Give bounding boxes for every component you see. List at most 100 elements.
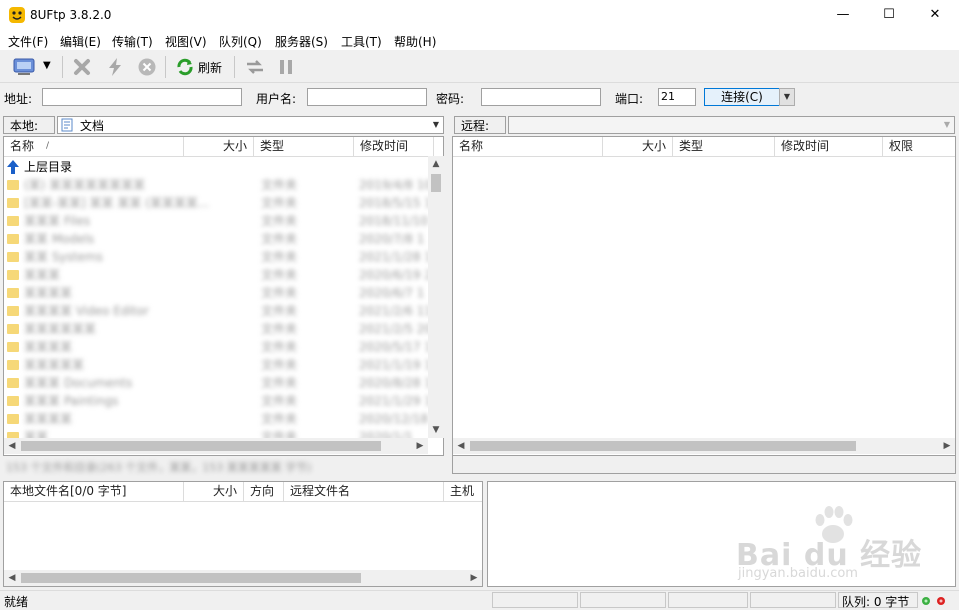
status-cell xyxy=(750,592,836,608)
list-item[interactable]: (某) 某某某某某某某某 文件夹 2019/4/8 10 xyxy=(6,176,432,194)
menu-file[interactable]: 文件(F) xyxy=(8,33,48,50)
status-cell xyxy=(492,592,578,608)
toolbar: ▼ 刷新 xyxy=(0,52,959,83)
dropdown-arrow-icon[interactable]: ▼ xyxy=(43,60,51,71)
disconnect-icon[interactable] xyxy=(72,57,92,77)
file-modified: 2021/2/6 11 xyxy=(359,304,432,318)
queue-col-remote-file[interactable]: 远程文件名 xyxy=(284,482,444,501)
local-path-combo[interactable]: 文档 ▼ xyxy=(57,116,444,134)
up-arrow-icon xyxy=(7,160,19,174)
file-name: 某某某 Paintings xyxy=(24,394,119,408)
queue-col-size[interactable]: 大小 xyxy=(184,482,244,501)
connection-bar: 地址: 用户名: 密码: 端口: 21 连接(C) ▼ xyxy=(0,84,959,112)
scroll-thumb[interactable] xyxy=(21,441,381,451)
address-input[interactable] xyxy=(42,88,242,106)
file-name: 某某某 Documents xyxy=(24,376,133,390)
port-input[interactable]: 21 xyxy=(658,88,696,106)
list-item[interactable]: 某某某某某 文件夹 2021/1/19 1 xyxy=(6,356,432,374)
list-item[interactable]: 某某某 文件夹 2020/6/19 2 xyxy=(6,266,432,284)
status-cell xyxy=(668,592,748,608)
menu-queue[interactable]: 队列(Q) xyxy=(219,33,262,50)
document-folder-icon xyxy=(61,118,73,132)
list-item[interactable]: 某某某某 文件夹 2020/6/7 1 xyxy=(6,284,426,302)
file-type: 文件夹 xyxy=(261,394,298,408)
chevron-down-icon[interactable]: ▼ xyxy=(429,117,443,133)
list-item[interactable]: 某某某 Documents 文件夹 2020/8/28 1 xyxy=(6,374,432,392)
remote-file-list[interactable]: 名称 大小 类型 修改时间 权限 ◀ ▶ xyxy=(452,136,956,456)
remote-col-modified[interactable]: 修改时间 xyxy=(775,137,883,156)
file-modified: 2020/5/17 1 xyxy=(359,340,432,354)
menu-help[interactable]: 帮助(H) xyxy=(394,33,436,50)
list-item[interactable]: 某某 Systems 文件夹 2021/1/28 11 xyxy=(6,248,440,266)
status-text: 就绪 xyxy=(4,595,29,609)
menu-server[interactable]: 服务器(S) xyxy=(275,33,328,50)
file-type: 文件夹 xyxy=(261,376,298,390)
close-button[interactable]: ✕ xyxy=(912,0,958,30)
menu-view[interactable]: 视图(V) xyxy=(165,33,207,50)
maximize-button[interactable]: ☐ xyxy=(866,0,912,30)
scroll-thumb[interactable] xyxy=(431,174,441,192)
status-bar: 就绪 队列: 0 字节 xyxy=(0,590,959,610)
list-item[interactable]: [某某-某某] 某某 某某 (某某某某... 文件夹 2018/5/15 1 xyxy=(6,194,432,212)
scroll-thumb[interactable] xyxy=(21,573,361,583)
remote-col-permissions[interactable]: 权限 xyxy=(883,137,955,156)
local-horizontal-scrollbar[interactable]: ◀ ▶ xyxy=(4,438,428,454)
remote-col-name[interactable]: 名称 xyxy=(453,137,603,156)
username-label: 用户名: xyxy=(256,92,297,106)
remote-col-size[interactable]: 大小 xyxy=(603,137,673,156)
scroll-left-icon[interactable]: ◀ xyxy=(4,570,20,586)
list-item[interactable]: 某某某某某某 文件夹 2021/2/5 20 xyxy=(6,320,432,338)
local-path-value: 文档 xyxy=(80,119,105,133)
scroll-left-icon[interactable]: ◀ xyxy=(4,438,20,454)
remote-path-combo[interactable]: ▼ xyxy=(508,116,955,134)
log-panel[interactable]: Bai du 经验 jingyan.baidu.com xyxy=(487,481,956,587)
file-name: 某某某 Files xyxy=(24,214,91,228)
connect-button[interactable]: 连接(C) xyxy=(704,88,780,106)
menu-transfer[interactable]: 传输(T) xyxy=(112,33,153,50)
scroll-right-icon[interactable]: ▶ xyxy=(412,438,428,454)
stop-icon[interactable] xyxy=(137,57,157,77)
remote-col-type[interactable]: 类型 xyxy=(673,137,775,156)
site-manager-icon[interactable] xyxy=(12,57,38,77)
file-type: 文件夹 xyxy=(261,178,298,192)
local-vertical-scrollbar[interactable]: ▲ ▼ xyxy=(428,156,444,438)
queue-col-local-file[interactable]: 本地文件名[0/0 字节] xyxy=(4,482,184,501)
username-input[interactable] xyxy=(307,88,427,106)
transfer-queue[interactable]: 本地文件名[0/0 字节] 大小 方向 远程文件名 主机 ◀ ▶ xyxy=(3,481,483,587)
scroll-right-icon[interactable]: ▶ xyxy=(939,438,955,454)
local-col-type[interactable]: 类型 xyxy=(254,137,354,156)
local-status-text: 153 个文件和目录(263 个文件，某某，153 某某某某某 字节) xyxy=(6,461,312,474)
file-modified: 2018/5/15 1 xyxy=(359,196,432,210)
queue-horizontal-scrollbar[interactable]: ◀ ▶ xyxy=(4,570,482,586)
list-item[interactable]: 某某某 Files 文件夹 2018/11/10 1 xyxy=(6,212,440,230)
minimize-button[interactable]: — xyxy=(820,0,866,30)
quick-connect-icon[interactable] xyxy=(106,57,124,77)
chevron-down-icon[interactable]: ▼ xyxy=(940,117,954,133)
pause-icon[interactable] xyxy=(278,57,294,77)
local-col-modified[interactable]: 修改时间 xyxy=(354,137,434,156)
menu-tools[interactable]: 工具(T) xyxy=(341,33,382,50)
list-item[interactable]: 某某某某 文件夹 2020/12/18 xyxy=(6,410,428,428)
remote-horizontal-scrollbar[interactable]: ◀ ▶ xyxy=(453,438,955,454)
folder-icon xyxy=(7,288,19,298)
scroll-right-icon[interactable]: ▶ xyxy=(466,570,482,586)
list-item[interactable]: 某某 Models 文件夹 2020/7/8 1 xyxy=(6,230,426,248)
folder-icon xyxy=(7,180,19,190)
local-col-name[interactable]: 名称 / xyxy=(4,137,184,156)
list-item[interactable]: 某某某某 Video Editor 文件夹 2021/2/6 11 xyxy=(6,302,432,320)
local-col-size[interactable]: 大小 xyxy=(184,137,254,156)
password-input[interactable] xyxy=(481,88,601,106)
scroll-down-icon[interactable]: ▼ xyxy=(428,422,444,438)
list-item[interactable]: 某某某某 文件夹 2020/5/17 1 xyxy=(6,338,432,356)
queue-col-direction[interactable]: 方向 xyxy=(244,482,284,501)
queue-col-host[interactable]: 主机 xyxy=(444,482,482,501)
scroll-up-icon[interactable]: ▲ xyxy=(428,156,444,172)
connect-dropdown-arrow-icon[interactable]: ▼ xyxy=(779,88,795,106)
list-item[interactable]: 某某某 Paintings 文件夹 2021/1/29 1 xyxy=(6,392,432,410)
transfer-icon[interactable] xyxy=(244,57,266,77)
scroll-left-icon[interactable]: ◀ xyxy=(453,438,469,454)
menu-edit[interactable]: 编辑(E) xyxy=(60,33,101,50)
scroll-thumb[interactable] xyxy=(470,441,856,451)
local-file-list[interactable]: 名称 / 大小 类型 修改时间 上层目录 (某) 某某某某某某某某 文件夹 2019… xyxy=(3,136,444,456)
queue-status-text: 队列: 0 字节 xyxy=(842,595,910,609)
